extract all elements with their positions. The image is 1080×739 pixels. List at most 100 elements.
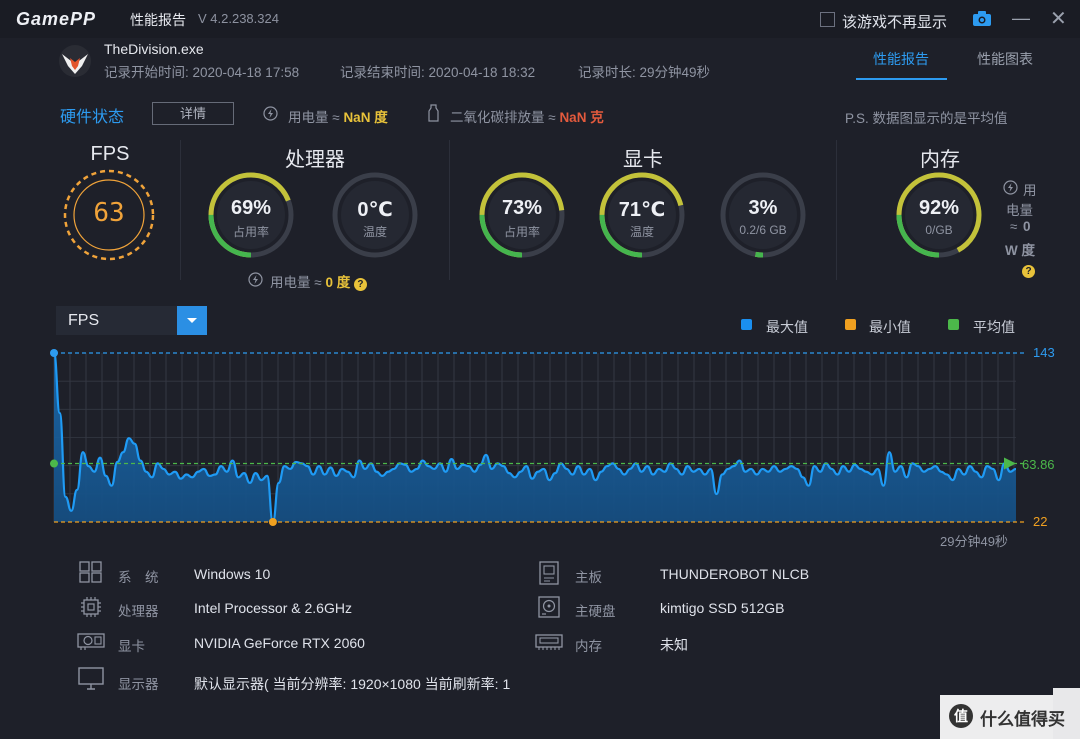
- legend-avg-label: 平均值: [973, 319, 1015, 335]
- chart-min-label: 22: [1033, 514, 1048, 529]
- cpu-power-value: 0 度: [325, 275, 351, 290]
- memory-stick-icon: [535, 634, 563, 650]
- app-name: 性能报告: [130, 12, 186, 28]
- disk-label: 主硬盘: [575, 604, 616, 619]
- metric-select-value: FPS: [68, 312, 100, 329]
- co2-emission: 二氧化碳排放量 ≈ NaN 克: [450, 106, 604, 126]
- motherboard-label: 主板: [575, 570, 602, 585]
- legend-min-swatch: [845, 319, 856, 330]
- co2-emission-value: NaN 克: [559, 110, 604, 125]
- section-divider: [180, 140, 181, 280]
- monitor-icon: [78, 667, 104, 690]
- metric-select-dropdown-button[interactable]: [177, 306, 207, 335]
- gpu-info-value: NVIDIA GeForce RTX 2060: [194, 635, 365, 651]
- power-usage: 用电量 ≈ NaN 度: [288, 106, 388, 126]
- cpu-power-label: 用电量 ≈: [270, 275, 322, 290]
- tab-performance-report[interactable]: 性能报告: [873, 49, 929, 69]
- hardware-status-title: 硬件状态: [60, 109, 125, 126]
- min-marker: [268, 518, 277, 526]
- cpu-info-value: Intel Processor & 2.6GHz: [194, 600, 352, 616]
- memory-usage-value: 92%: [918, 197, 960, 219]
- motherboard-value: THUNDEROBOT NLCB: [660, 566, 810, 582]
- gpu-usage-label: 占用率: [503, 225, 540, 239]
- windows-icon: [79, 561, 102, 583]
- os-value: Windows 10: [194, 566, 271, 582]
- power-usage-label: 用电量 ≈: [288, 110, 340, 125]
- avg-marker: [50, 459, 58, 468]
- memory-power-icon: [1003, 180, 1018, 195]
- memory-power-line1: 用: [1023, 183, 1037, 198]
- fps-title: FPS: [90, 143, 130, 165]
- power-icon: [263, 106, 278, 121]
- memory-info-value: 未知: [660, 637, 688, 653]
- gpu-temp-label: 温度: [629, 225, 654, 239]
- co2-bottle-icon: [428, 104, 439, 122]
- camera-icon[interactable]: [972, 10, 992, 27]
- details-button[interactable]: 详情: [152, 102, 234, 125]
- co2-emission-label: 二氧化碳排放量 ≈: [450, 110, 556, 125]
- game-exe-name: TheDivision.exe: [104, 41, 204, 57]
- section-divider: [836, 140, 837, 280]
- power-usage-value: NaN 度: [343, 110, 388, 125]
- minimize-button[interactable]: —: [1012, 8, 1030, 29]
- legend-avg-swatch: [948, 319, 959, 330]
- chart-max-label: 143: [1033, 345, 1055, 360]
- memory-info-label: 内存: [575, 639, 602, 654]
- ps-note: P.S. 数据图显示的是平均值: [845, 111, 1008, 126]
- watermark-text: 什么值得买: [980, 710, 1065, 729]
- watermark-logo-icon: 值: [949, 704, 973, 728]
- max-marker: [50, 349, 58, 357]
- gpu-temp-value: 71℃: [618, 199, 666, 221]
- chart-duration-label: 29分钟49秒: [940, 534, 1008, 549]
- cpu-usage-label: 占用率: [232, 225, 269, 239]
- gpu-info-label: 显卡: [118, 639, 145, 654]
- disk-icon: [538, 596, 560, 618]
- cpu-temp-label: 温度: [362, 225, 387, 239]
- disk-value: kimtigo SSD 512GB: [660, 600, 785, 616]
- record-end-time: 记录结束时间: 2020-04-18 18:32: [340, 65, 536, 80]
- gpu-card-icon: [77, 633, 105, 650]
- legend-max-swatch: [741, 319, 752, 330]
- gpu-title: 显卡: [623, 149, 663, 171]
- hide-game-checkbox-label[interactable]: 该游戏不再显示: [842, 11, 947, 32]
- game-icon: [59, 45, 91, 77]
- close-button[interactable]: ✕: [1050, 6, 1067, 31]
- fps-chart[interactable]: [40, 340, 1080, 530]
- memory-usage-label: 0/GB: [925, 223, 953, 237]
- legend-max-label: 最大值: [766, 319, 808, 335]
- gpu-vram-label: 0.2/6 GB: [739, 223, 787, 237]
- cpu-title: 处理器: [285, 149, 345, 171]
- memory-help: ?: [1022, 261, 1035, 279]
- cpu-chip-icon: [81, 597, 101, 617]
- help-icon[interactable]: ?: [1022, 265, 1035, 278]
- memory-power-line5: W 度: [1005, 243, 1035, 258]
- section-divider: [449, 140, 450, 280]
- memory-title: 内存: [920, 149, 960, 171]
- os-label: 系 统: [118, 570, 159, 585]
- gpu-usage-value: 73%: [501, 197, 543, 219]
- fps-value: 63: [93, 198, 125, 228]
- help-icon[interactable]: ?: [353, 278, 367, 291]
- chart-avg-label: 63.86: [1022, 457, 1055, 472]
- memory-power-line2: 电量: [1006, 203, 1033, 218]
- memory-power-line3: ≈: [1010, 219, 1018, 234]
- app-version: V 4.2.238.324: [198, 11, 279, 26]
- memory-power-line4: 0: [1023, 219, 1031, 234]
- motherboard-icon: [539, 561, 559, 585]
- active-tab-indicator: [856, 78, 947, 80]
- display-info-label: 显示器: [118, 677, 159, 692]
- legend-min-label: 最小值: [869, 319, 911, 335]
- cpu-usage-value: 69%: [230, 197, 272, 219]
- svg-text:值: 值: [954, 708, 968, 725]
- hide-game-checkbox[interactable]: [820, 12, 835, 27]
- cpu-temp-value: 0℃: [357, 199, 393, 221]
- cpu-power: 用电量 ≈ 0 度 ?: [270, 271, 367, 291]
- app-logo: GamePP: [16, 9, 97, 29]
- gpu-vram-value: 3%: [748, 197, 778, 219]
- cpu-power-icon: [248, 272, 263, 287]
- cpu-info-label: 处理器: [118, 604, 159, 619]
- chevron-down-icon: [187, 318, 197, 323]
- record-start-time: 记录开始时间: 2020-04-18 17:58: [104, 65, 300, 80]
- display-info-value: 默认显示器( 当前分辨率: 1920×1080 当前刷新率: 1: [194, 676, 511, 692]
- tab-performance-chart[interactable]: 性能图表: [977, 49, 1033, 69]
